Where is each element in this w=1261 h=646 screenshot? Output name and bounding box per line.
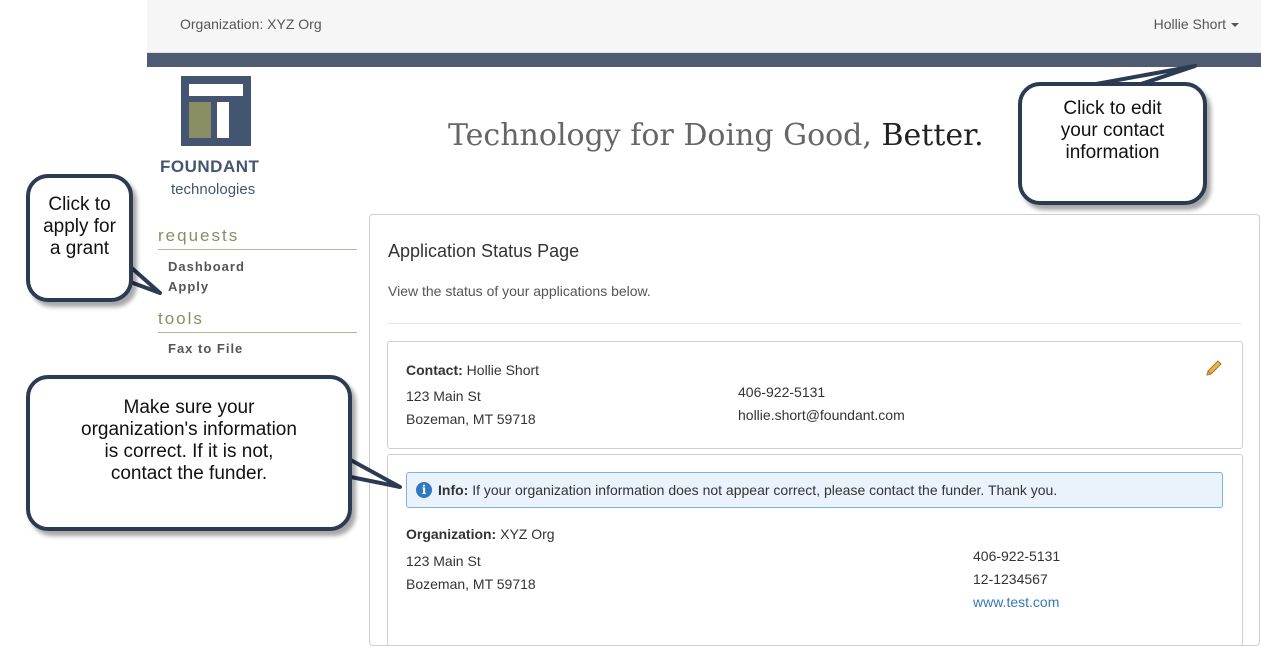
logo-wordmark: FOUNDANT (160, 157, 260, 176)
organization-website-link[interactable]: www.test.com (973, 594, 1059, 610)
pencil-icon[interactable] (1206, 360, 1222, 376)
organization-phone: 406-922-5131 (973, 548, 1061, 564)
info-icon: i (416, 482, 432, 498)
divider (388, 323, 1241, 324)
logo-tagline: technologies (171, 181, 256, 198)
organization-tax-id: 12-1234567 (973, 571, 1048, 587)
page-subtitle: View the status of your applications bel… (388, 283, 651, 299)
contact-card: Contact: Hollie Short 123 Main St Bozema… (387, 341, 1243, 449)
organization-address2: Bozeman, MT 59718 (406, 576, 536, 592)
sidebar-item-apply[interactable]: Apply (168, 279, 209, 294)
contact-name: Hollie Short (466, 362, 540, 378)
contact-heading: Contact: Hollie Short (406, 362, 540, 378)
caret-down-icon (1231, 23, 1239, 28)
top-navbar: Organization: XYZ Org Hollie Short (147, 0, 1261, 53)
organization-heading: Organization: XYZ Org (406, 526, 555, 542)
callout-edit-contact: Click to edit your contact information (1018, 82, 1207, 205)
sidebar-item-dashboard[interactable]: Dashboard (168, 259, 245, 274)
user-name: Hollie Short (1153, 16, 1226, 32)
contact-address2: Bozeman, MT 59718 (406, 411, 536, 427)
contact-address1: 123 Main St (406, 388, 481, 404)
info-message: Info: If your organization information d… (438, 482, 1058, 498)
user-menu[interactable]: Hollie Short (1154, 16, 1239, 32)
contact-email: hollie.short@foundant.com (738, 407, 905, 423)
organization-address1: 123 Main St (406, 553, 481, 569)
info-alert: i Info: If your organization information… (406, 472, 1223, 508)
callout-apply: Click to apply for a grant (26, 174, 133, 302)
sidebar-heading-tools: tools (158, 309, 357, 333)
site-tagline: Technology for Doing Good, Better. (448, 118, 984, 153)
contact-phone: 406-922-5131 (738, 384, 826, 400)
sidebar-heading-requests: requests (158, 226, 357, 250)
organization-name: XYZ Org (500, 526, 555, 542)
logo-icon (181, 76, 251, 146)
sidebar-item-fax-to-file[interactable]: Fax to File (168, 341, 243, 356)
header-stripe (147, 53, 1261, 67)
page-title: Application Status Page (388, 241, 580, 261)
organization-card: i Info: If your organization information… (387, 454, 1243, 646)
organization-label: Organization: XYZ Org (180, 16, 322, 32)
callout-organization-info: Make sure your organization's informatio… (26, 375, 352, 531)
